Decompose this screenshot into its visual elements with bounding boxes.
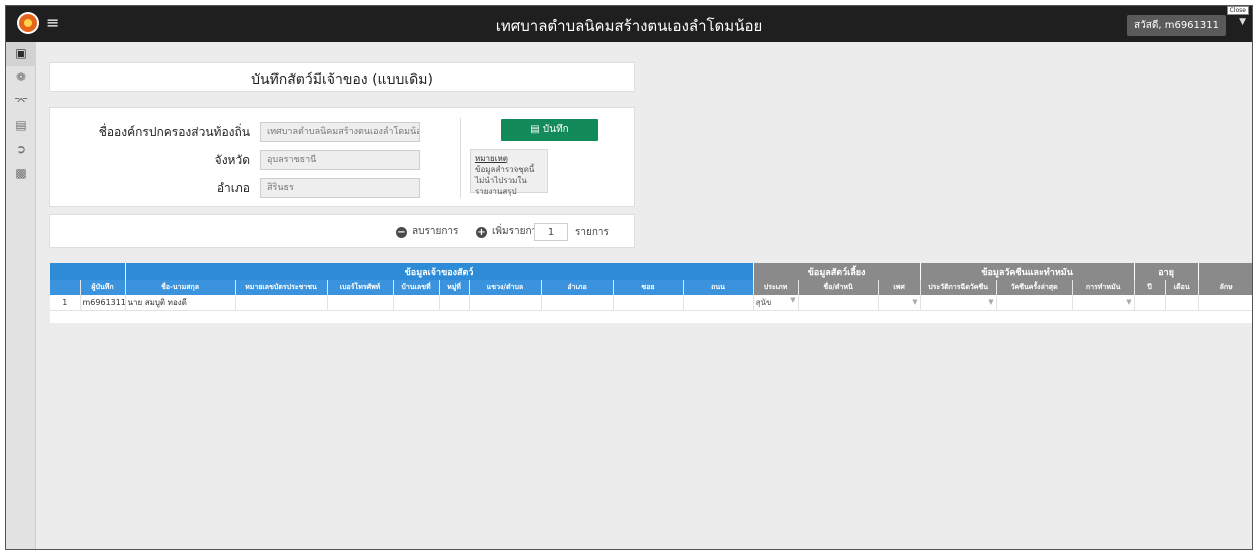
title-panel: บันทึกสัตว์มีเจ้าของ (แบบเดิม)	[49, 62, 635, 92]
col-sex[interactable]: เพศ	[878, 280, 921, 295]
cell-district[interactable]	[541, 295, 614, 311]
minus-circle-icon: −	[396, 227, 407, 238]
sidebar: ▣ ❁ ⌤ ▤ ➲ ▩	[6, 42, 36, 549]
col-pet-name[interactable]: ชื่อ/ตำหนิ	[798, 280, 879, 295]
save-button[interactable]: ▤ บันทึก	[501, 119, 598, 141]
user-menu[interactable]: สวัสดี, m6961311	[1127, 15, 1226, 36]
cell-vaccine-history[interactable]: ▼	[920, 295, 997, 311]
cell-type[interactable]: สุนัข ▼	[753, 295, 799, 311]
data-table: ข้อมูลเจ้าของสัตว์ ข้อมูลสัตว์เลี้ยง ข้อ…	[50, 263, 1252, 311]
paw-icon[interactable]: ❁	[6, 66, 36, 90]
group-header-owner: ข้อมูลเจ้าของสัตว์	[125, 263, 754, 280]
col-index	[50, 280, 81, 295]
column-header-row: ผู้บันทึก ชื่อ-นามสกุล หมายเลขบัตรประชาช…	[50, 280, 1252, 295]
save-label: บันทึก	[542, 124, 569, 135]
cell-id-card[interactable]	[235, 295, 328, 311]
top-navbar: ≡ เทศบาลตำบลนิคมสร้างตนเองลำโดมน้อย สวัส…	[6, 6, 1252, 42]
cell-pet-name[interactable]	[798, 295, 879, 311]
col-last-vaccine[interactable]: วัคซีนครั้งล่าสุด	[996, 280, 1073, 295]
cell-soi[interactable]	[613, 295, 684, 311]
file-icon[interactable]: ▩	[6, 162, 36, 186]
col-moo[interactable]: หมู่ที่	[439, 280, 470, 295]
remove-rows-button[interactable]: − ลบรายการ	[396, 225, 458, 239]
note-text: ข้อมูลสำรวจชุดนี้ ไม่นำไปรวมในรายงานสรุป	[475, 165, 535, 196]
cell-age-year[interactable]	[1134, 295, 1166, 311]
page-title: บันทึกสัตว์มีเจ้าของ (แบบเดิม)	[251, 72, 433, 88]
cell-name[interactable]: นาย สมบูติ ทองดี	[125, 295, 236, 311]
row-count-input[interactable]	[534, 223, 568, 241]
group-header-tail	[1198, 263, 1252, 280]
group-header-age: อายุ	[1134, 263, 1199, 280]
table-row: 1 m6961311 นาย สมบูติ ทองดี สุนัข ▼ ▼ ▼ …	[50, 295, 1252, 311]
col-age-month[interactable]: เดือน	[1165, 280, 1199, 295]
close-button[interactable]: Close	[1226, 6, 1249, 15]
cell-sterilization[interactable]: ▼	[1072, 295, 1135, 311]
col-road[interactable]: ถนน	[683, 280, 754, 295]
cell-sex[interactable]: ▼	[878, 295, 921, 311]
remove-rows-label: ลบรายการ	[412, 226, 459, 237]
note-title: หมายเหตุ	[475, 154, 508, 163]
col-type[interactable]: ประเภท	[753, 280, 799, 295]
province-field[interactable]: อุบลราชธานี	[260, 150, 420, 170]
plus-circle-icon: +	[476, 227, 487, 238]
cell-last-vaccine[interactable]	[996, 295, 1073, 311]
row-number: 1	[50, 295, 81, 311]
chevron-down-icon[interactable]: ▼	[1239, 17, 1246, 27]
chevron-down-icon: ▼	[912, 298, 918, 307]
add-rows-button[interactable]: + เพิ่มรายการ	[476, 225, 543, 239]
note-box: หมายเหตุ ข้อมูลสำรวจชุดนี้ ไม่นำไปรวมในร…	[470, 149, 548, 196]
col-district[interactable]: อำเภอ	[541, 280, 614, 295]
org-label: ชื่อองค์กรปกครองส่วนท้องถิ่น	[98, 125, 250, 139]
save-icon: ▤	[530, 124, 540, 135]
cell-road[interactable]	[683, 295, 754, 311]
document-icon[interactable]: ▤	[6, 114, 36, 138]
chevron-down-icon: ▼	[988, 298, 994, 307]
sign-out-icon[interactable]: ➲	[6, 138, 36, 162]
row-controls: −ลบรายการ +เพิ่มรายการ รายการ	[49, 214, 635, 248]
org-field[interactable]: เทศบาลตำบลนิคมสร้างตนเองลำโดมน้อ	[260, 122, 420, 142]
col-trait[interactable]: ลักษ	[1198, 280, 1252, 295]
col-age-year[interactable]: ปี	[1134, 280, 1166, 295]
cell-phone[interactable]	[327, 295, 394, 311]
animal-icon[interactable]: ⌤	[6, 90, 36, 114]
divider	[460, 118, 461, 198]
group-header-blank	[50, 263, 126, 280]
cell-type-value: สุนัข	[755, 297, 772, 307]
chevron-down-icon: ▼	[790, 295, 796, 304]
group-header-row: ข้อมูลเจ้าของสัตว์ ข้อมูลสัตว์เลี้ยง ข้อ…	[50, 263, 1252, 280]
data-grid: ข้อมูลเจ้าของสัตว์ ข้อมูลสัตว์เลี้ยง ข้อ…	[50, 263, 1252, 323]
province-label: จังหวัด	[214, 153, 250, 167]
cell-age-month[interactable]	[1165, 295, 1199, 311]
cell-trait[interactable]	[1198, 295, 1252, 311]
col-subdistrict[interactable]: แขวง/ตำบล	[469, 280, 542, 295]
header-form: ชื่อองค์กรปกครองส่วนท้องถิ่น เทศบาลตำบลน…	[49, 107, 635, 207]
col-vaccine-history[interactable]: ประวัติการฉีดวัคซีน	[920, 280, 997, 295]
district-field[interactable]: สิรินธร	[260, 178, 420, 198]
row-count-unit: รายการ	[575, 227, 609, 238]
col-name[interactable]: ชื่อ-นามสกุล	[125, 280, 236, 295]
group-header-vaccine: ข้อมูลวัคซีนและทำหมัน	[920, 263, 1135, 280]
cell-subdistrict[interactable]	[469, 295, 542, 311]
col-id-card[interactable]: หมายเลขบัตรประชาชน	[235, 280, 328, 295]
cell-house-no[interactable]	[393, 295, 440, 311]
col-soi[interactable]: ซอย	[613, 280, 684, 295]
col-house-no[interactable]: บ้านเลขที่	[393, 280, 440, 295]
col-sterilization[interactable]: การทำหมัน	[1072, 280, 1135, 295]
app-title: เทศบาลตำบลนิคมสร้างตนเองลำโดมน้อย	[495, 17, 763, 35]
col-phone[interactable]: เบอร์โทรศัพท์	[327, 280, 394, 295]
group-header-pet: ข้อมูลสัตว์เลี้ยง	[753, 263, 921, 280]
clipboard-icon[interactable]: ▣	[6, 42, 36, 66]
district-label: อำเภอ	[216, 181, 250, 195]
main-content: บันทึกสัตว์มีเจ้าของ (แบบเดิม) ชื่อองค์ก…	[37, 42, 1252, 549]
app-window: ≡ เทศบาลตำบลนิคมสร้างตนเองลำโดมน้อย สวัส…	[5, 5, 1253, 550]
chevron-down-icon: ▼	[1126, 298, 1132, 307]
cell-moo[interactable]	[439, 295, 470, 311]
col-recorder[interactable]: ผู้บันทึก	[80, 280, 126, 295]
cell-recorder[interactable]: m6961311	[80, 295, 126, 311]
